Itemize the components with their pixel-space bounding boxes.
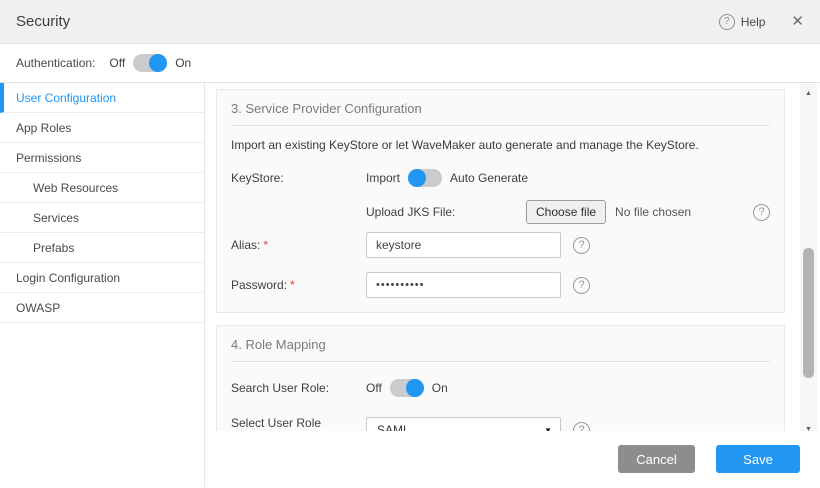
keystore-description: Import an existing KeyStore or let WaveM… <box>231 138 770 153</box>
required-asterisk: * <box>263 238 268 252</box>
sidebar-item-services[interactable]: Services <box>0 203 204 233</box>
toggle-knob <box>408 169 426 187</box>
sidebar-item-prefabs[interactable]: Prefabs <box>0 233 204 263</box>
keystore-label: KeyStore: <box>231 171 366 185</box>
sidebar-item-app-roles[interactable]: App Roles <box>0 113 204 143</box>
section-title: 3. Service Provider Configuration <box>231 90 770 116</box>
upload-jks-label: Upload JKS File: <box>366 205 526 219</box>
vertical-scrollbar[interactable]: ▲ ▼ <box>800 84 817 438</box>
user-role-provider-row: Select User Role Provider: SAML ▼ ? <box>231 416 770 432</box>
alias-row: Alias:* ? <box>231 232 770 258</box>
password-help-icon[interactable]: ? <box>573 277 590 294</box>
authentication-on-label: On <box>175 56 191 70</box>
sidebar-item-login-configuration[interactable]: Login Configuration <box>0 263 204 293</box>
password-label: Password:* <box>231 278 366 292</box>
choose-file-button[interactable]: Choose file <box>526 200 606 224</box>
search-user-role-toggle[interactable] <box>390 379 424 397</box>
keystore-autogenerate-label: Auto Generate <box>450 171 528 185</box>
service-provider-configuration-section: 3. Service Provider Configuration Import… <box>216 89 785 313</box>
authentication-label: Authentication: <box>16 56 95 70</box>
keystore-row: KeyStore: Import Auto Generate <box>231 168 770 188</box>
user-role-provider-label: Select User Role Provider: <box>231 416 366 432</box>
sidebar-item-web-resources[interactable]: Web Resources <box>0 173 204 203</box>
toggle-knob <box>406 379 424 397</box>
main-content: 3. Service Provider Configuration Import… <box>206 83 800 432</box>
search-user-role-label: Search User Role: <box>231 381 366 395</box>
keystore-import-label: Import <box>366 171 400 185</box>
cancel-button[interactable]: Cancel <box>618 445 695 473</box>
upload-help-icon[interactable]: ? <box>753 204 770 221</box>
upload-jks-row: Upload JKS File: Choose file No file cho… <box>231 200 770 224</box>
help-button[interactable]: Help <box>741 15 766 29</box>
body: User Configuration App Roles Permissions… <box>0 82 820 487</box>
search-user-role-row: Search User Role: Off On <box>231 378 770 398</box>
footer: Cancel Save <box>206 431 820 487</box>
password-input[interactable] <box>366 272 561 298</box>
sidebar-item-user-configuration[interactable]: User Configuration <box>0 83 204 113</box>
sidebar-item-permissions[interactable]: Permissions <box>0 143 204 173</box>
sidebar-item-owasp[interactable]: OWASP <box>0 293 204 323</box>
sidebar: User Configuration App Roles Permissions… <box>0 83 205 487</box>
file-chosen-status: No file chosen <box>615 205 691 219</box>
close-icon[interactable]: ✕ <box>791 14 804 29</box>
alias-help-icon[interactable]: ? <box>573 237 590 254</box>
keystore-import-toggle[interactable] <box>408 169 442 187</box>
titlebar: Security ? Help ✕ <box>0 0 820 44</box>
search-user-role-off-label: Off <box>366 381 382 395</box>
toggle-knob <box>149 54 167 72</box>
help-icon[interactable]: ? <box>719 14 735 30</box>
alias-label: Alias:* <box>231 238 366 252</box>
user-role-provider-select[interactable]: SAML ▼ <box>366 417 561 432</box>
authentication-toggle[interactable] <box>133 54 167 72</box>
password-row: Password:* ? <box>231 272 770 298</box>
scroll-up-icon[interactable]: ▲ <box>800 86 817 100</box>
divider <box>231 361 770 362</box>
security-dialog: Security ? Help ✕ Authentication: Off On… <box>0 0 820 488</box>
page-title: Security <box>16 13 70 30</box>
authentication-row: Authentication: Off On <box>0 44 820 82</box>
save-button[interactable]: Save <box>716 445 800 473</box>
alias-input[interactable] <box>366 232 561 258</box>
scrollbar-thumb[interactable] <box>803 248 814 378</box>
search-user-role-on-label: On <box>432 381 448 395</box>
role-mapping-section: 4. Role Mapping Search User Role: Off On… <box>216 325 785 432</box>
section-title: 4. Role Mapping <box>231 326 770 352</box>
authentication-off-label: Off <box>109 56 125 70</box>
divider <box>231 125 770 126</box>
required-asterisk: * <box>290 278 295 292</box>
